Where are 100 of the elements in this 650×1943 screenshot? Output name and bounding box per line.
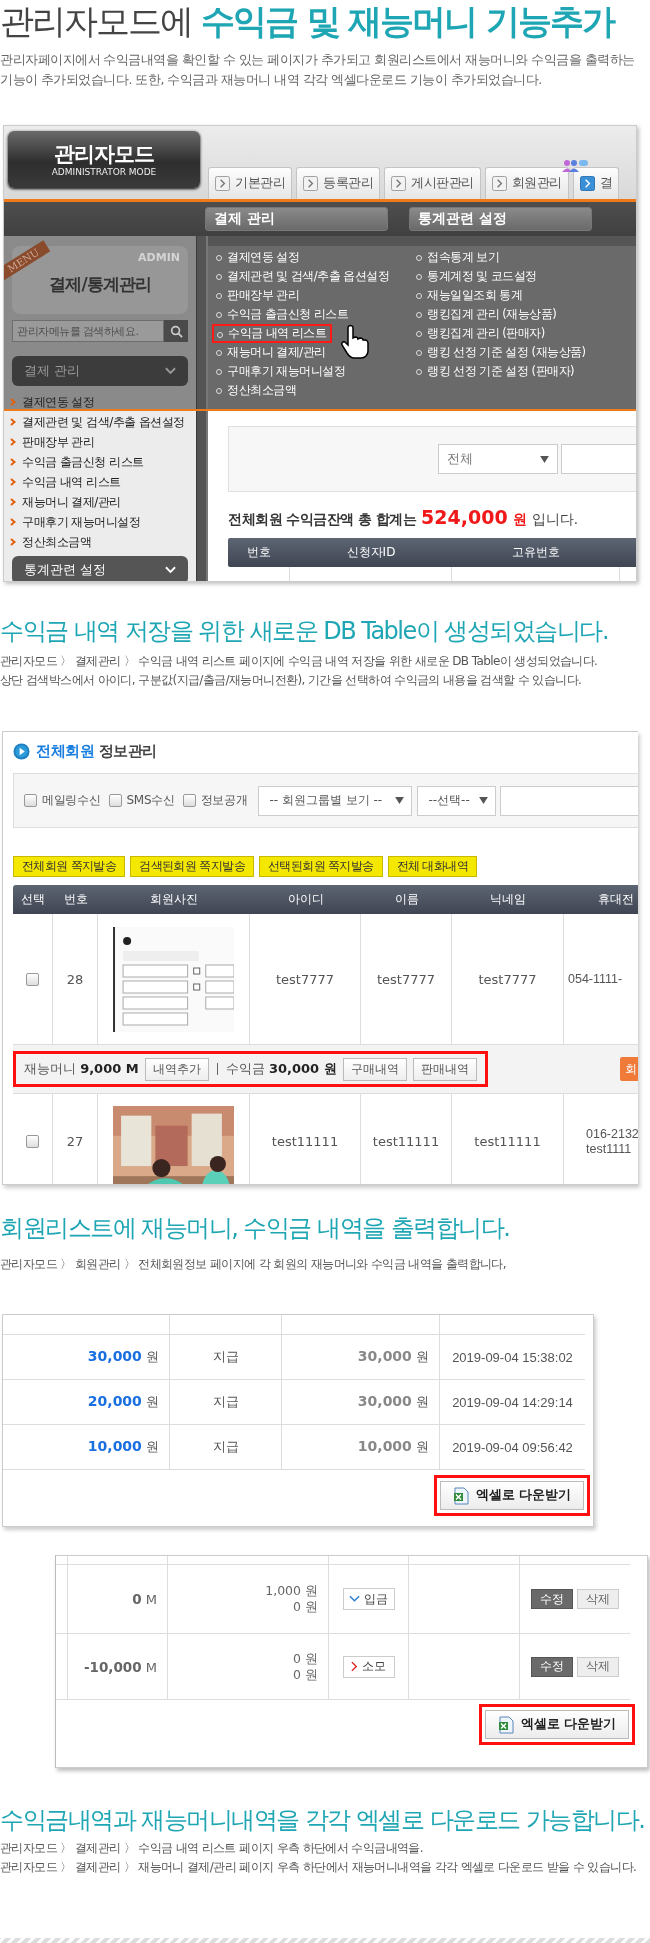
- caret-down-icon: [540, 455, 549, 463]
- section-heading: 회원리스트에 재능머니, 수익금 내역을 출력합니다.: [0, 1213, 510, 1244]
- action-button[interactable]: 선택된회원 쪽지발송: [258, 856, 383, 877]
- search-button[interactable]: [164, 320, 188, 342]
- dropdown-select[interactable]: -- 회원그룹별 보기 --: [258, 785, 413, 816]
- action-button[interactable]: 검색된회원 쪽지발송: [130, 856, 254, 877]
- table-cell: 27: [53, 1094, 98, 1184]
- menu-link[interactable]: 정산최소금액: [212, 381, 301, 400]
- menu-link[interactable]: 결제연동 설정: [212, 248, 305, 267]
- section-heading: 수익금내역과 재능머니내역을 각각 엑셀로 다운로드 가능합니다.: [0, 1805, 645, 1836]
- action-button[interactable]: 전체회원 쪽지발송: [13, 856, 126, 877]
- delete-button[interactable]: 삭제: [577, 1589, 619, 1609]
- sidebar-link[interactable]: 구매후기 재능머니설정: [10, 512, 141, 532]
- menu-group-toggle[interactable]: 통계관련 설정: [12, 556, 188, 581]
- menu-link[interactable]: 랭킹 선정 기준 설정 (재능상품): [412, 343, 591, 362]
- section-text: 관리자모드 〉 결제관리 〉 수익금 내역 리스트 페이지 우측 하단에서 수익금내역을.: [0, 1840, 423, 1857]
- section-text: 관리자모드 〉 회원관리 〉 전체회원정보 페이지에 각 회원의 재능머니와 수익금 내역을 출력합니다,: [0, 1256, 506, 1273]
- search-input[interactable]: [561, 444, 636, 474]
- total-suffix: 입니다.: [531, 511, 578, 529]
- delete-button[interactable]: 삭제: [577, 1656, 619, 1677]
- intro-text: 관리자페이지에서 수익금내역을 확인할 수 있는 페이지가 추가되고 회원리스트에서 재능머니와 수익금을 출력하는 기능이 추가되었습니다. 또한, 수익금과 재능머니 내역 각각 엑셀다운로드 기능이 추가되었습니다.: [0, 51, 636, 89]
- column-header: 이름: [394, 891, 419, 908]
- chevron-right-icon: [351, 1661, 358, 1672]
- menu-link[interactable]: 통계계정 및 코드설정: [412, 267, 542, 286]
- money-cell: 0 M: [132, 1591, 157, 1607]
- search-input[interactable]: [500, 785, 638, 816]
- checkbox-label: SMS수신: [126, 792, 175, 809]
- amount-cell: 10,000 원: [87, 1438, 159, 1456]
- sidebar-title: 결제/통계관리: [49, 272, 151, 296]
- date-cell-text: 2019-09-04 15:38:02: [451, 1348, 574, 1367]
- menu-link[interactable]: 재능머니 결제/관리: [212, 343, 331, 362]
- nav-tab[interactable]: 게시판관리: [384, 167, 481, 199]
- menu-header[interactable]: 결제 관리: [205, 207, 388, 231]
- table-cell: test7777: [452, 914, 564, 1044]
- excel-download-button[interactable]: 엑셀로 다운받기: [439, 1481, 584, 1510]
- sidebar-link[interactable]: 정산최소금액: [10, 532, 91, 552]
- search-field[interactable]: 관리자메뉴를 검색하세요.: [12, 320, 164, 342]
- menu-link[interactable]: 랭킹 선정 기준 설정 (판매자): [412, 362, 580, 381]
- balance-cell: 30,000 원: [357, 1393, 429, 1411]
- section-text: 관리자모드 〉 결제관리 〉 재능머니 결제/관리 페이지 우측 하단에서 재능머니내역을 각각 엑셀로 다운로드 받을 수 있습니다.: [0, 1859, 637, 1876]
- checkbox[interactable]: [108, 794, 122, 807]
- table-cell: test7777: [361, 914, 452, 1044]
- history-button[interactable]: 구매내역: [342, 1057, 407, 1081]
- sidebar-link[interactable]: 결제연동 설정: [10, 392, 95, 412]
- hand-cursor-icon: [340, 324, 370, 360]
- menu-link[interactable]: 수익금 내역 리스트: [212, 324, 333, 343]
- chevron-right-icon: [10, 458, 16, 466]
- section-heading: 수익금 내역 저장을 위한 새로운 DB Table이 생성되었습니다.: [0, 616, 609, 647]
- menu-link[interactable]: 수익금 출금신청 리스트: [212, 305, 354, 324]
- menu-link[interactable]: 랭킹집계 관리 (재능상품): [412, 305, 562, 324]
- menu-link[interactable]: 판매장부 관리: [212, 286, 305, 305]
- sidebar-link[interactable]: 수익금 내역 리스트: [10, 472, 121, 492]
- menu-link[interactable]: 재능일일조회 통계: [412, 286, 528, 305]
- menu-link[interactable]: 구매후기 재능머니설정: [212, 362, 351, 381]
- action-button[interactable]: 전체 대화내역: [387, 856, 478, 877]
- chevron-right-icon: [10, 518, 16, 526]
- menu-group-toggle[interactable]: 결제 관리: [12, 356, 188, 386]
- balance-cell: 10,000 원: [357, 1438, 429, 1456]
- spreadsheet-icon: [497, 1715, 514, 1734]
- chevron-right-icon: [10, 478, 16, 486]
- checkbox[interactable]: [26, 972, 39, 986]
- sidebar-link[interactable]: 재능머니 결제/관리: [10, 492, 121, 512]
- add-history-button[interactable]: 내역추가: [144, 1057, 209, 1081]
- section-text: 관리자모드 〉 결제관리 〉 수익금 내역 리스트 페이지에 수익금 내역 저장을 위한 새로운 DB Table이 생성되었습니다.: [0, 653, 598, 670]
- table-cell: 28: [53, 914, 98, 1044]
- history-button[interactable]: 판매내역: [412, 1057, 477, 1081]
- table-cell: test11111: [250, 1094, 361, 1184]
- edit-button[interactable]: 수정: [531, 1656, 573, 1677]
- income-cell: 0 원 0 원: [168, 1634, 329, 1699]
- amount-cell: 20,000 원: [87, 1393, 159, 1411]
- nav-tab[interactable]: 결: [572, 167, 619, 199]
- checkbox[interactable]: [182, 794, 196, 807]
- sidebar-link[interactable]: 결제관련 및 검색/추출 옵션설정: [10, 412, 185, 432]
- column-header: 신청자ID: [346, 544, 396, 561]
- menu-header[interactable]: 통계관련 설정: [409, 207, 592, 231]
- chevron-right-icon: [10, 418, 16, 426]
- excel-download-button[interactable]: 엑셀로 다운받기: [484, 1710, 629, 1739]
- caret-down-icon: [479, 797, 489, 804]
- checkbox[interactable]: [26, 1135, 39, 1148]
- column-header: 아이디: [287, 891, 324, 908]
- chevron-down-icon: [349, 1595, 360, 1603]
- edit-button[interactable]: 수정: [531, 1589, 573, 1609]
- sidebar-link[interactable]: 수익금 출금신청 리스트: [10, 452, 144, 472]
- menu-link[interactable]: 결제관련 및 검색/추출 옵션설정: [212, 267, 395, 286]
- checkbox[interactable]: [24, 794, 37, 807]
- section-text: 상단 검색박스에서 아이디, 구분값(지급/출금/재능머니전환), 기간을 선택하여 수익금의 내용을 검색할 수 있습니다.: [0, 672, 582, 689]
- chevron-right-icon: [10, 398, 16, 406]
- nav-tab[interactable]: 회원관리: [484, 167, 569, 199]
- menu-link[interactable]: 접속통계 보기: [412, 248, 505, 267]
- nav-tab[interactable]: 기본관리: [208, 167, 292, 199]
- menu-link[interactable]: 랭킹집계 관리 (판매자): [412, 324, 550, 343]
- checkbox-label: 정보공개: [200, 792, 248, 809]
- table-cell: test11111: [361, 1094, 452, 1184]
- table-cell-text: 016-2132 test1111: [585, 1125, 638, 1158]
- sidebar-link[interactable]: 판매장부 관리: [10, 432, 95, 452]
- member-button[interactable]: 회: [620, 1057, 638, 1081]
- nav-tab[interactable]: 등록관리: [296, 167, 380, 199]
- filter-select[interactable]: 전체: [438, 444, 558, 474]
- type-cell: 지급: [170, 1425, 282, 1469]
- dropdown-select[interactable]: --선택--: [417, 785, 497, 816]
